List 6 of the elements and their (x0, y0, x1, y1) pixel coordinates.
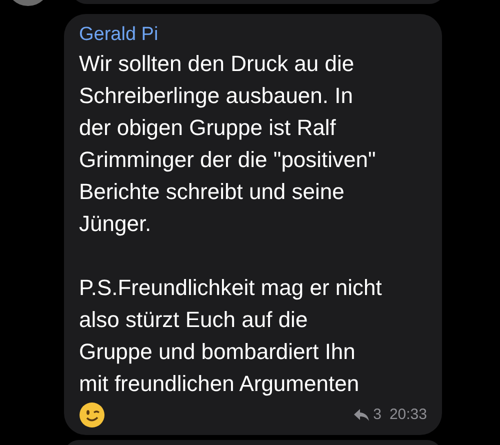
reply-icon[interactable] (354, 408, 370, 421)
winking-emoji-icon (79, 402, 105, 428)
reply-count: 3 (373, 404, 382, 424)
message-time: 20:33 (389, 404, 427, 424)
message-text: Wir sollten den Druck au die Schreiberlinge ausbauen. In der obigen Gruppe ist Ralf Grimminger der die "positiven" Berichte schreibt und seine Jünger. P.S.Freundlichkeit mag er nicht also stürzt Euch auf die Gruppe und bombardiert Ihn mit freundlichen Argumenten (79, 50, 383, 398)
sender-name[interactable]: Gerald Pi (79, 22, 427, 48)
